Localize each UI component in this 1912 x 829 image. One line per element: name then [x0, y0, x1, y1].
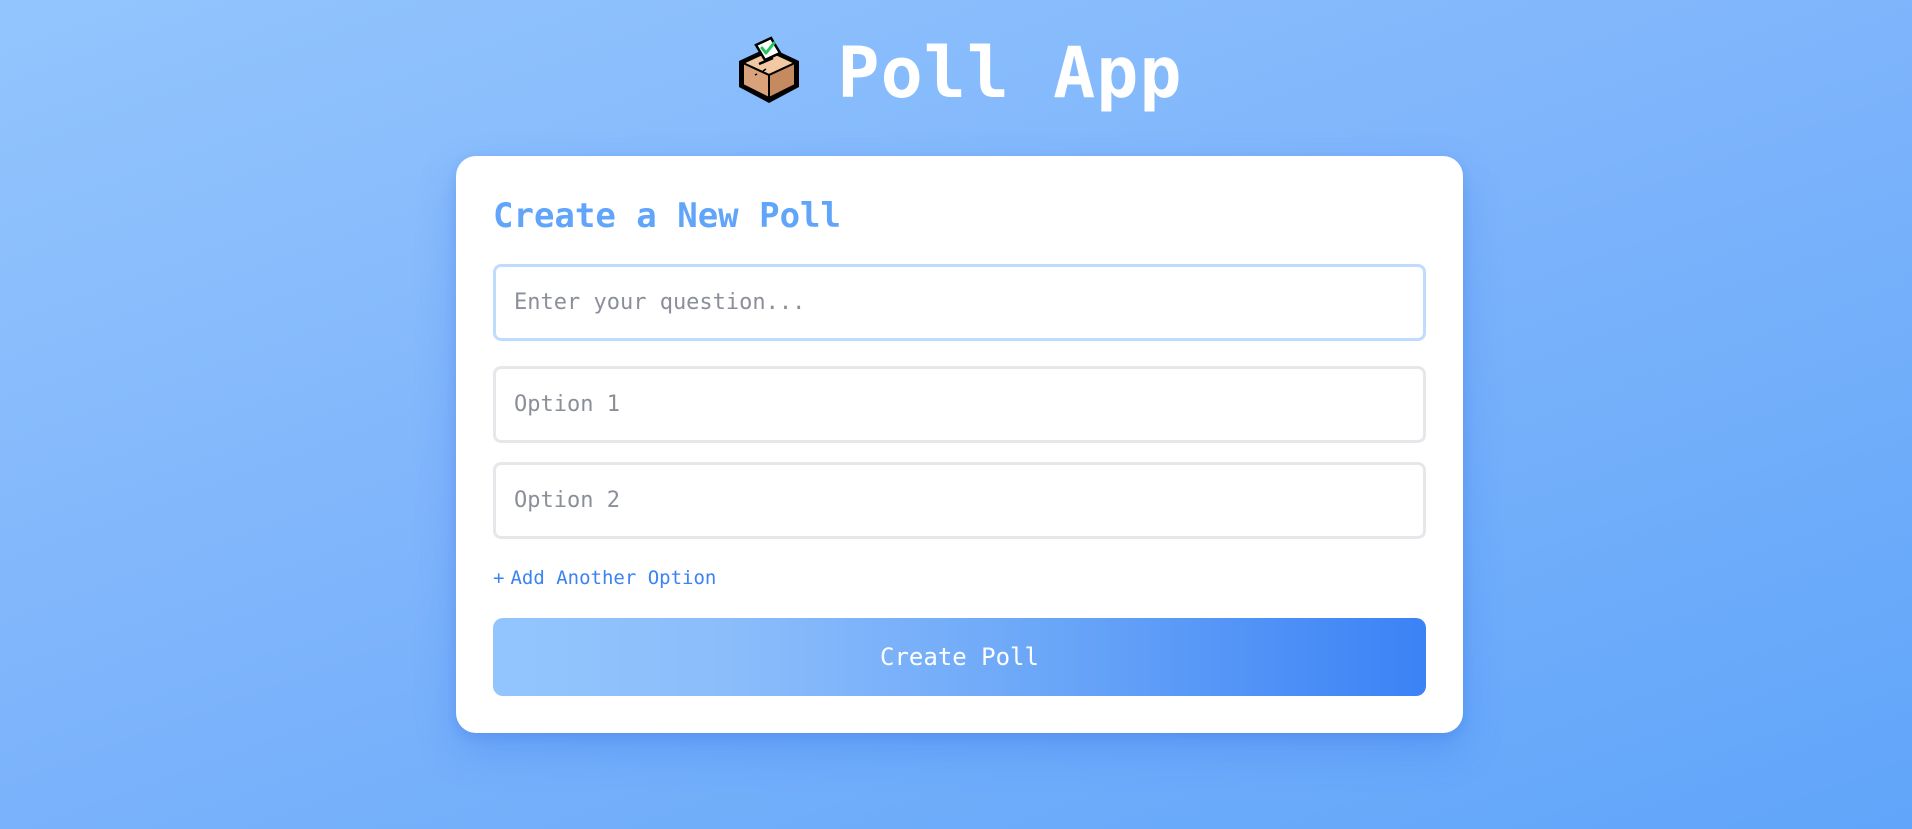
ballot-box-icon — [739, 36, 800, 103]
app-title: Poll App — [837, 32, 1183, 114]
add-option-button[interactable]: + Add Another Option — [493, 567, 716, 589]
add-option-label: Add Another Option — [510, 567, 717, 589]
app-header: Poll App — [0, 26, 1912, 116]
create-poll-button[interactable]: Create Poll — [493, 618, 1426, 696]
option-2-input[interactable] — [493, 462, 1426, 539]
create-poll-card: Create a New Poll +Add Another Option Cr… — [456, 156, 1463, 733]
plus-icon: + — [493, 567, 505, 589]
question-input[interactable] — [493, 264, 1426, 341]
form-title: Create a New Poll — [493, 196, 841, 236]
option-1-input[interactable] — [493, 366, 1426, 443]
